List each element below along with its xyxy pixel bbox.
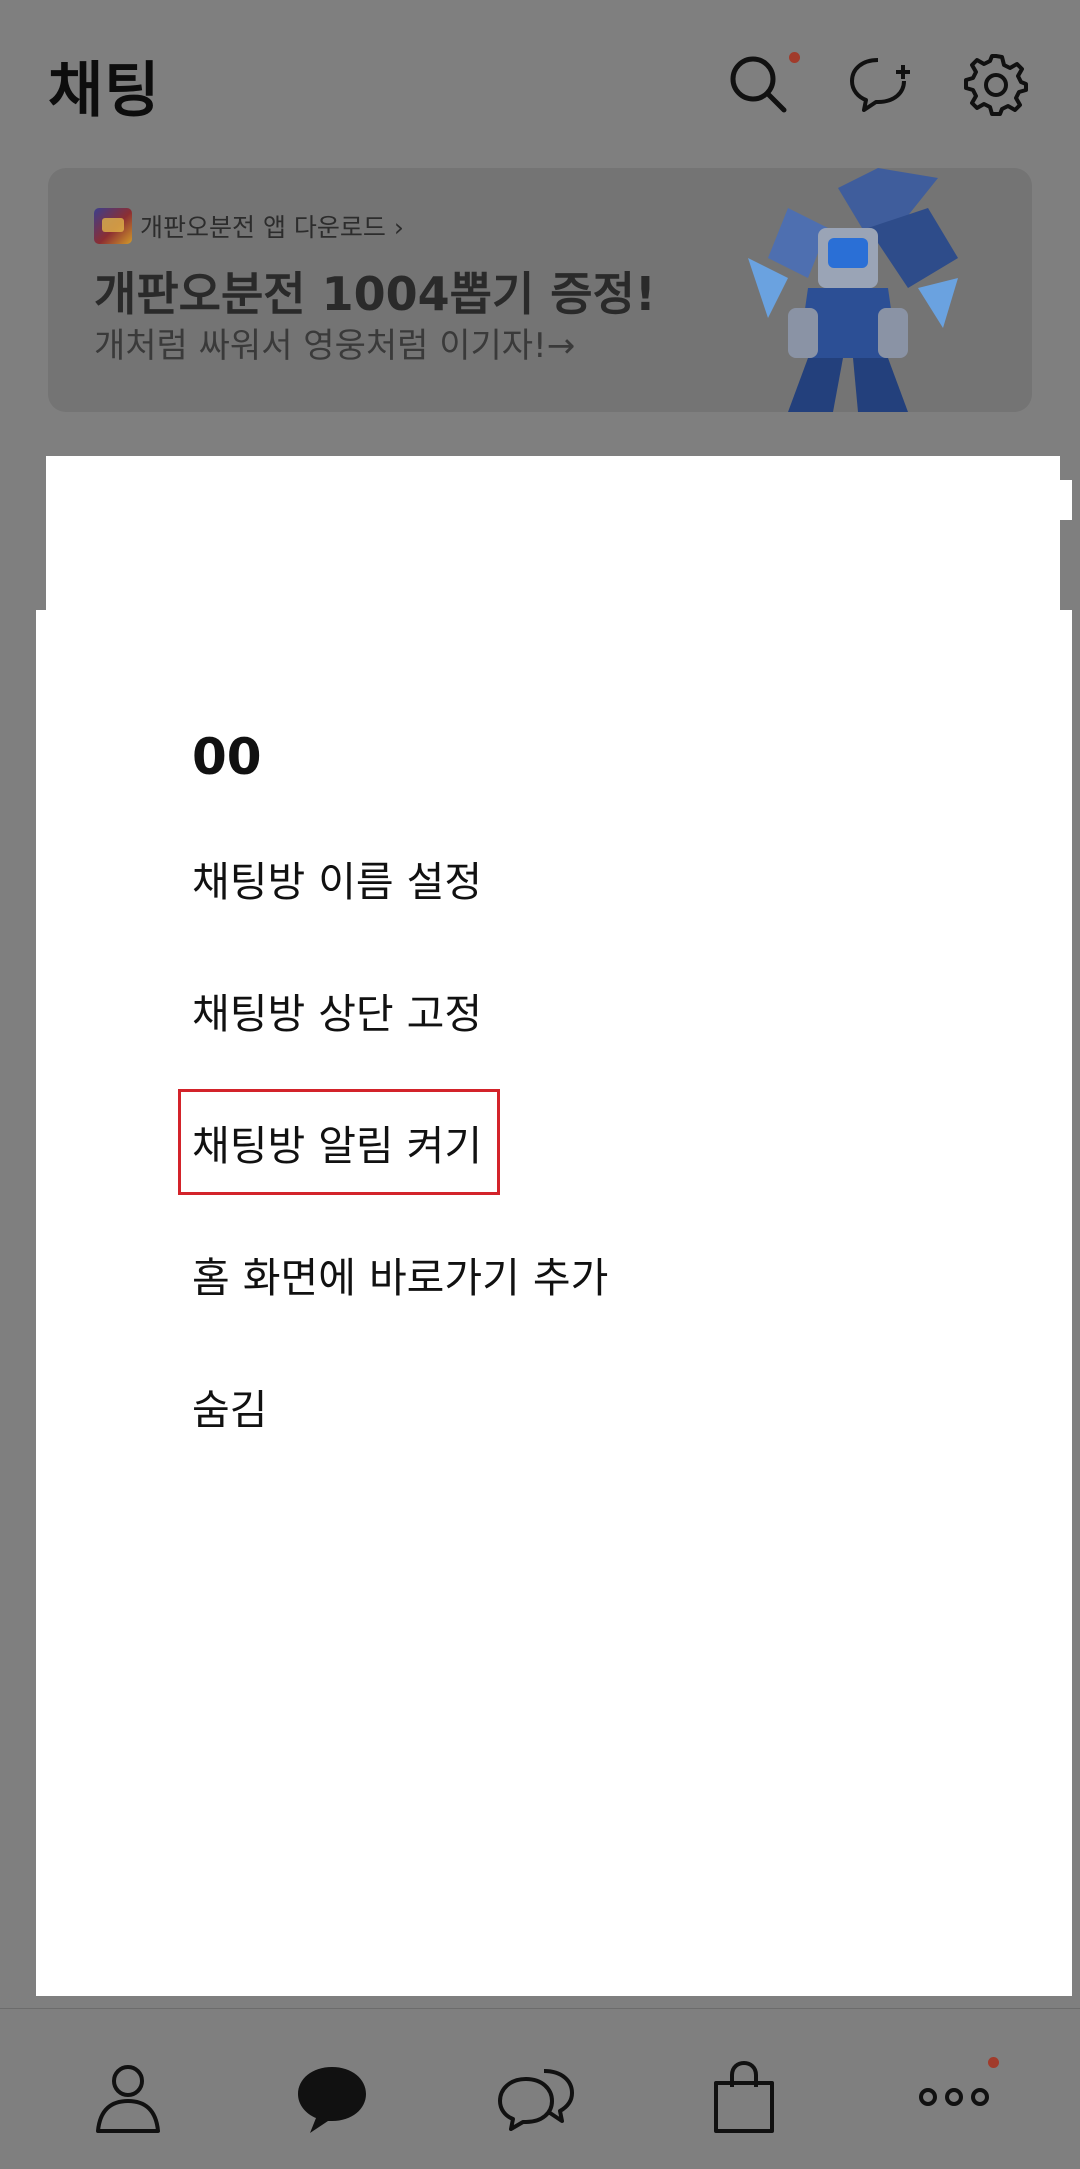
banner-subtext: 개처럼 싸워서 영웅처럼 이기자!→	[94, 326, 576, 366]
menu-sheet-top	[46, 456, 1060, 626]
menu-item-set-chatroom-name[interactable]: 채팅방 이름 설정	[192, 848, 482, 908]
chats-icon[interactable]	[292, 2057, 372, 2137]
chatroom-name-title: 00	[192, 728, 262, 786]
search-icon[interactable]	[726, 52, 790, 116]
bottom-navigation	[0, 2008, 1080, 2169]
banner-headline: 개판오분전 1004뽑기 증정!	[94, 267, 656, 321]
friends-icon[interactable]	[88, 2057, 168, 2137]
more-notification-dot	[988, 2057, 999, 2068]
shopping-icon[interactable]	[704, 2057, 784, 2137]
ad-banner[interactable]: 개판오분전 앱 다운로드 › 개판오분전 1004뽑기 증정! 개처럼 싸워서 …	[48, 168, 1032, 412]
open-chat-icon[interactable]	[496, 2057, 576, 2137]
menu-item-add-home-shortcut[interactable]: 홈 화면에 바로가기 추가	[192, 1244, 608, 1304]
robot-character-icon	[748, 168, 958, 412]
top-bar: 채팅	[0, 0, 1080, 160]
menu-item-hide[interactable]: 숨김	[192, 1376, 267, 1436]
more-icon[interactable]	[914, 2057, 994, 2137]
highlight-box	[178, 1089, 500, 1195]
page-title: 채팅	[48, 56, 161, 126]
new-chat-icon[interactable]	[848, 52, 912, 116]
menu-item-pin-chatroom[interactable]: 채팅방 상단 고정	[192, 980, 482, 1040]
banner-small-text: 개판오분전 앱 다운로드 ›	[140, 213, 404, 242]
search-notification-dot	[789, 52, 800, 63]
menu-sheet-edge	[1040, 480, 1072, 520]
app-logo-icon	[94, 208, 132, 244]
banner-app-download[interactable]: 개판오분전 앱 다운로드 ›	[94, 208, 404, 244]
gear-icon[interactable]	[964, 52, 1028, 116]
